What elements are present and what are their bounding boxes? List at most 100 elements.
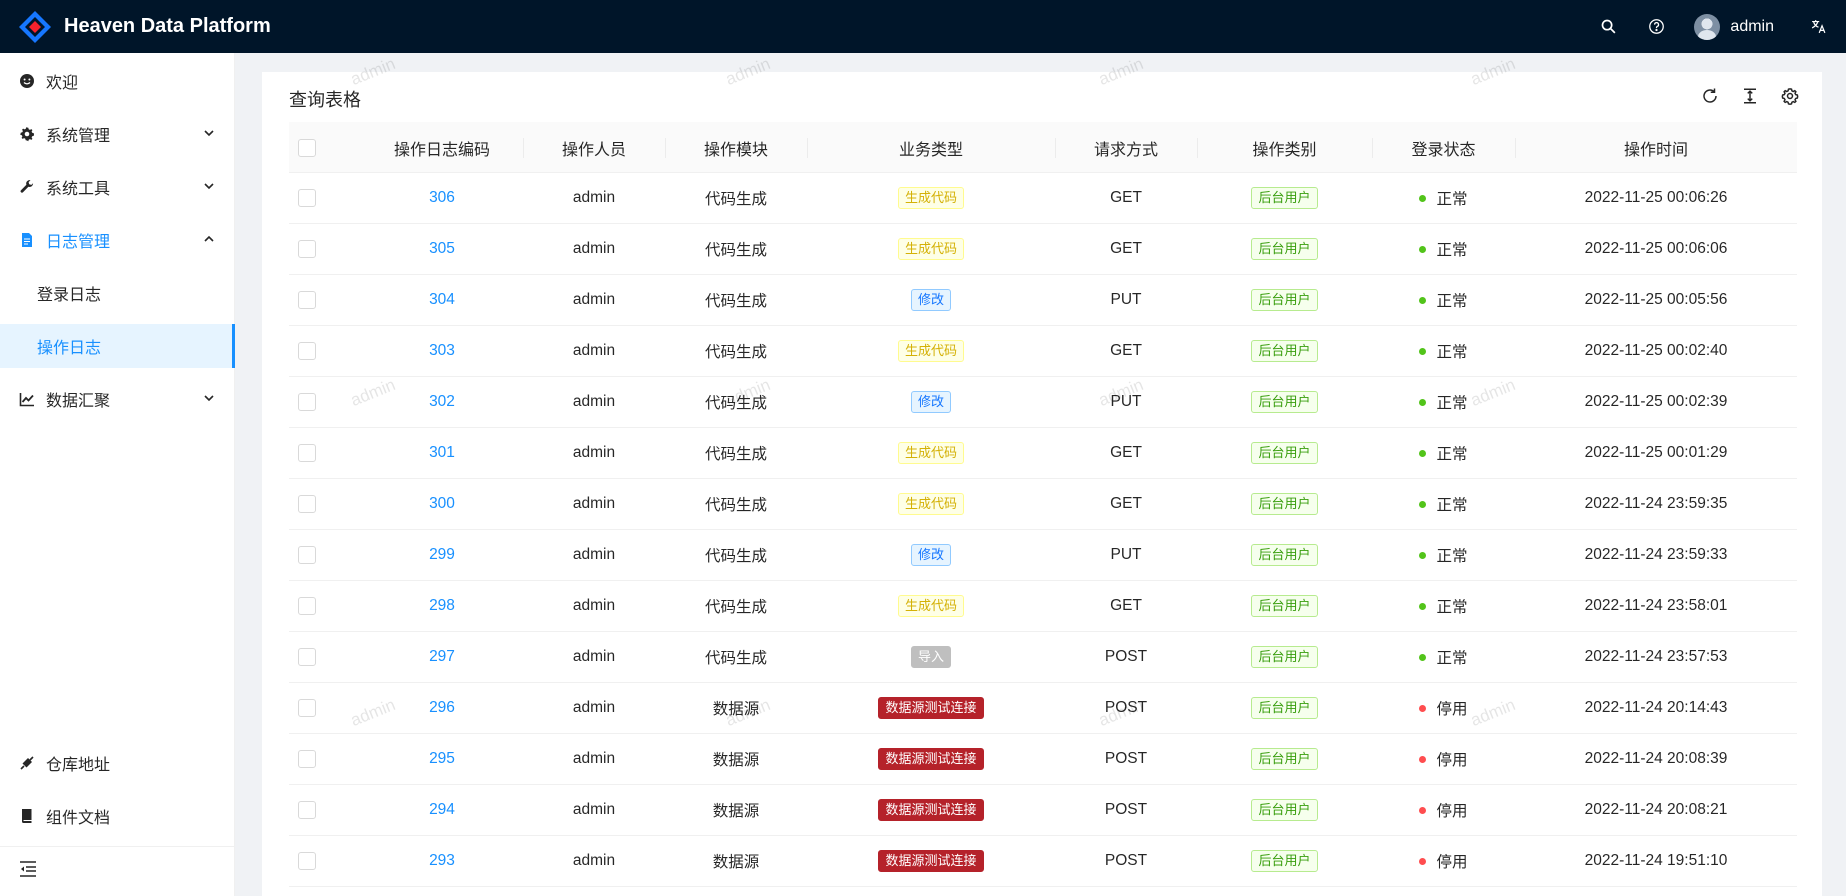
category-tag: 后台用户 xyxy=(1251,493,1318,515)
row-checkbox[interactable] xyxy=(298,597,316,615)
table-row[interactable]: 306 admin 代码生成 生成代码 GET 后台用户 正常 2022-11-25 00:0… xyxy=(289,173,1797,224)
operator-cell: admin xyxy=(572,597,616,614)
column-header[interactable]: 操作人员 xyxy=(523,122,665,173)
row-checkbox[interactable] xyxy=(298,852,316,870)
row-checkbox[interactable] xyxy=(298,648,316,666)
menu-fold-icon[interactable] xyxy=(18,859,38,879)
log-id-link[interactable]: 294 xyxy=(429,801,455,819)
method-cell: PUT xyxy=(1110,546,1142,563)
reload-icon[interactable] xyxy=(1690,82,1730,110)
method-cell: POST xyxy=(1104,699,1148,716)
sidebar-subitem-login-log[interactable]: 登录日志 xyxy=(0,271,235,315)
chevron-down-icon xyxy=(204,395,214,402)
status-dot xyxy=(1419,449,1427,457)
sidebar-item-repository[interactable]: 仓库地址 xyxy=(0,741,235,785)
table-row[interactable]: 294 admin 数据源 数据源测试连接 POST 后台用户 停用 2022-11-24 2… xyxy=(289,785,1797,836)
status-text: 停用 xyxy=(1436,701,1468,718)
column-header[interactable]: 操作类别 xyxy=(1197,122,1372,173)
log-id-link[interactable]: 306 xyxy=(429,189,455,207)
log-id-link[interactable]: 304 xyxy=(429,291,455,309)
module-cell: 代码生成 xyxy=(704,293,767,310)
setting-icon[interactable] xyxy=(1770,82,1810,110)
table-row[interactable]: 305 admin 代码生成 生成代码 GET 后台用户 正常 2022-11-25 00:0… xyxy=(289,224,1797,275)
table-row[interactable]: 300 admin 代码生成 生成代码 GET 后台用户 正常 2022-11-24 23:5… xyxy=(289,479,1797,530)
sidebar-item-welcome[interactable]: 欢迎 xyxy=(0,59,235,103)
table-row[interactable]: 302 admin 代码生成 修改 PUT 后台用户 正常 2022-11-25 00:02:… xyxy=(289,377,1797,428)
row-checkbox[interactable] xyxy=(298,699,316,717)
column-header[interactable]: 操作时间 xyxy=(1515,122,1797,173)
time-cell: 2022-11-24 23:57:53 xyxy=(1584,648,1728,665)
row-select-cell xyxy=(289,428,325,478)
user-name: admin xyxy=(1730,17,1774,35)
table-row[interactable]: 298 admin 代码生成 生成代码 GET 后台用户 正常 2022-11-24 23:5… xyxy=(289,581,1797,632)
log-id-link[interactable]: 299 xyxy=(429,546,455,564)
sidebar-subitem-operation-log[interactable]: 操作日志 xyxy=(0,324,235,368)
translate-icon[interactable] xyxy=(1790,0,1846,53)
row-select-cell xyxy=(289,734,325,784)
column-header[interactable]: 业务类型 xyxy=(807,122,1055,173)
row-checkbox[interactable] xyxy=(298,750,316,768)
column-height-icon[interactable] xyxy=(1730,82,1770,110)
table-row[interactable]: 297 admin 代码生成 导入 POST 后台用户 正常 2022-11-24 23:57… xyxy=(289,632,1797,683)
row-checkbox[interactable] xyxy=(298,444,316,462)
row-checkbox[interactable] xyxy=(298,546,316,564)
status-dot xyxy=(1419,500,1427,508)
sidebar-item-system-management[interactable]: 系统管理 xyxy=(0,112,235,156)
help-icon[interactable] xyxy=(1632,0,1680,53)
biz-type-tag: 数据源测试连接 xyxy=(878,748,984,770)
sidebar-item-system-tools[interactable]: 系统工具 xyxy=(0,165,235,209)
log-id-link[interactable]: 301 xyxy=(429,444,455,462)
row-checkbox[interactable] xyxy=(298,495,316,513)
operator-cell: admin xyxy=(572,342,616,359)
sidebar-item-component-docs[interactable]: 组件文档 xyxy=(0,794,235,838)
table-row[interactable]: 295 admin 数据源 数据源测试连接 POST 后台用户 停用 2022-11-24 2… xyxy=(289,734,1797,785)
table-row[interactable]: 299 admin 代码生成 修改 PUT 后台用户 正常 2022-11-24 23:59:… xyxy=(289,530,1797,581)
search-icon[interactable] xyxy=(1584,0,1632,53)
log-id-link[interactable]: 303 xyxy=(429,342,455,360)
table-row[interactable]: 296 admin 数据源 数据源测试连接 POST 后台用户 停用 2022-11-24 2… xyxy=(289,683,1797,734)
table-row[interactable]: 303 admin 代码生成 生成代码 GET 后台用户 正常 2022-11-25 00:0… xyxy=(289,326,1797,377)
row-checkbox[interactable] xyxy=(298,393,316,411)
log-id-link[interactable]: 300 xyxy=(429,495,455,513)
status-dot xyxy=(1419,347,1427,355)
log-id-link[interactable]: 295 xyxy=(429,750,455,768)
biz-type-tag: 修改 xyxy=(910,289,951,311)
log-id-link[interactable]: 298 xyxy=(429,597,455,615)
column-header[interactable]: 请求方式 xyxy=(1055,122,1197,173)
log-id-link[interactable]: 293 xyxy=(429,852,455,870)
table-row[interactable]: 293 admin 数据源 数据源测试连接 POST 后台用户 停用 2022-11-24 1… xyxy=(289,836,1797,887)
biz-type-cell: 生成代码 xyxy=(807,428,1055,478)
table-row[interactable]: 304 admin 代码生成 修改 PUT 后台用户 正常 2022-11-25 00:05:… xyxy=(289,275,1797,326)
category-cell: 后台用户 xyxy=(1197,326,1372,376)
biz-type-tag: 数据源测试连接 xyxy=(878,850,984,872)
status-text: 正常 xyxy=(1436,191,1468,208)
category-tag: 后台用户 xyxy=(1251,595,1318,617)
status-dot xyxy=(1419,704,1427,712)
sidebar-item-log-management[interactable]: 日志管理 xyxy=(0,218,235,262)
method-cell: GET xyxy=(1110,444,1142,461)
sidebar-item-data-aggregation[interactable]: 数据汇聚 xyxy=(0,377,235,421)
table-row[interactable]: 301 admin 代码生成 生成代码 GET 后台用户 正常 2022-11-25 00:0… xyxy=(289,428,1797,479)
biz-type-cell: 修改 xyxy=(807,275,1055,325)
status-cell: 正常 xyxy=(1372,479,1515,529)
log-id-link[interactable]: 297 xyxy=(429,648,455,666)
row-checkbox[interactable] xyxy=(298,801,316,819)
column-header[interactable]: 操作模块 xyxy=(665,122,807,173)
row-checkbox[interactable] xyxy=(298,240,316,258)
column-header[interactable]: 登录状态 xyxy=(1372,122,1515,173)
category-cell: 后台用户 xyxy=(1197,377,1372,427)
row-checkbox[interactable] xyxy=(298,291,316,309)
biz-type-cell: 生成代码 xyxy=(807,173,1055,223)
user-menu[interactable]: admin xyxy=(1680,0,1790,53)
line-chart-icon xyxy=(18,390,36,408)
logo[interactable]: Heaven Data Platform xyxy=(0,10,271,44)
operator-cell: admin xyxy=(572,852,616,869)
row-checkbox[interactable] xyxy=(298,189,316,207)
row-checkbox[interactable] xyxy=(298,342,316,360)
select-all-checkbox[interactable] xyxy=(298,138,316,157)
chevron-down-icon xyxy=(204,130,214,137)
log-id-link[interactable]: 302 xyxy=(429,393,455,411)
time-cell: 2022-11-25 00:05:56 xyxy=(1584,291,1728,308)
log-id-link[interactable]: 305 xyxy=(429,240,455,258)
log-id-link[interactable]: 296 xyxy=(429,699,455,717)
